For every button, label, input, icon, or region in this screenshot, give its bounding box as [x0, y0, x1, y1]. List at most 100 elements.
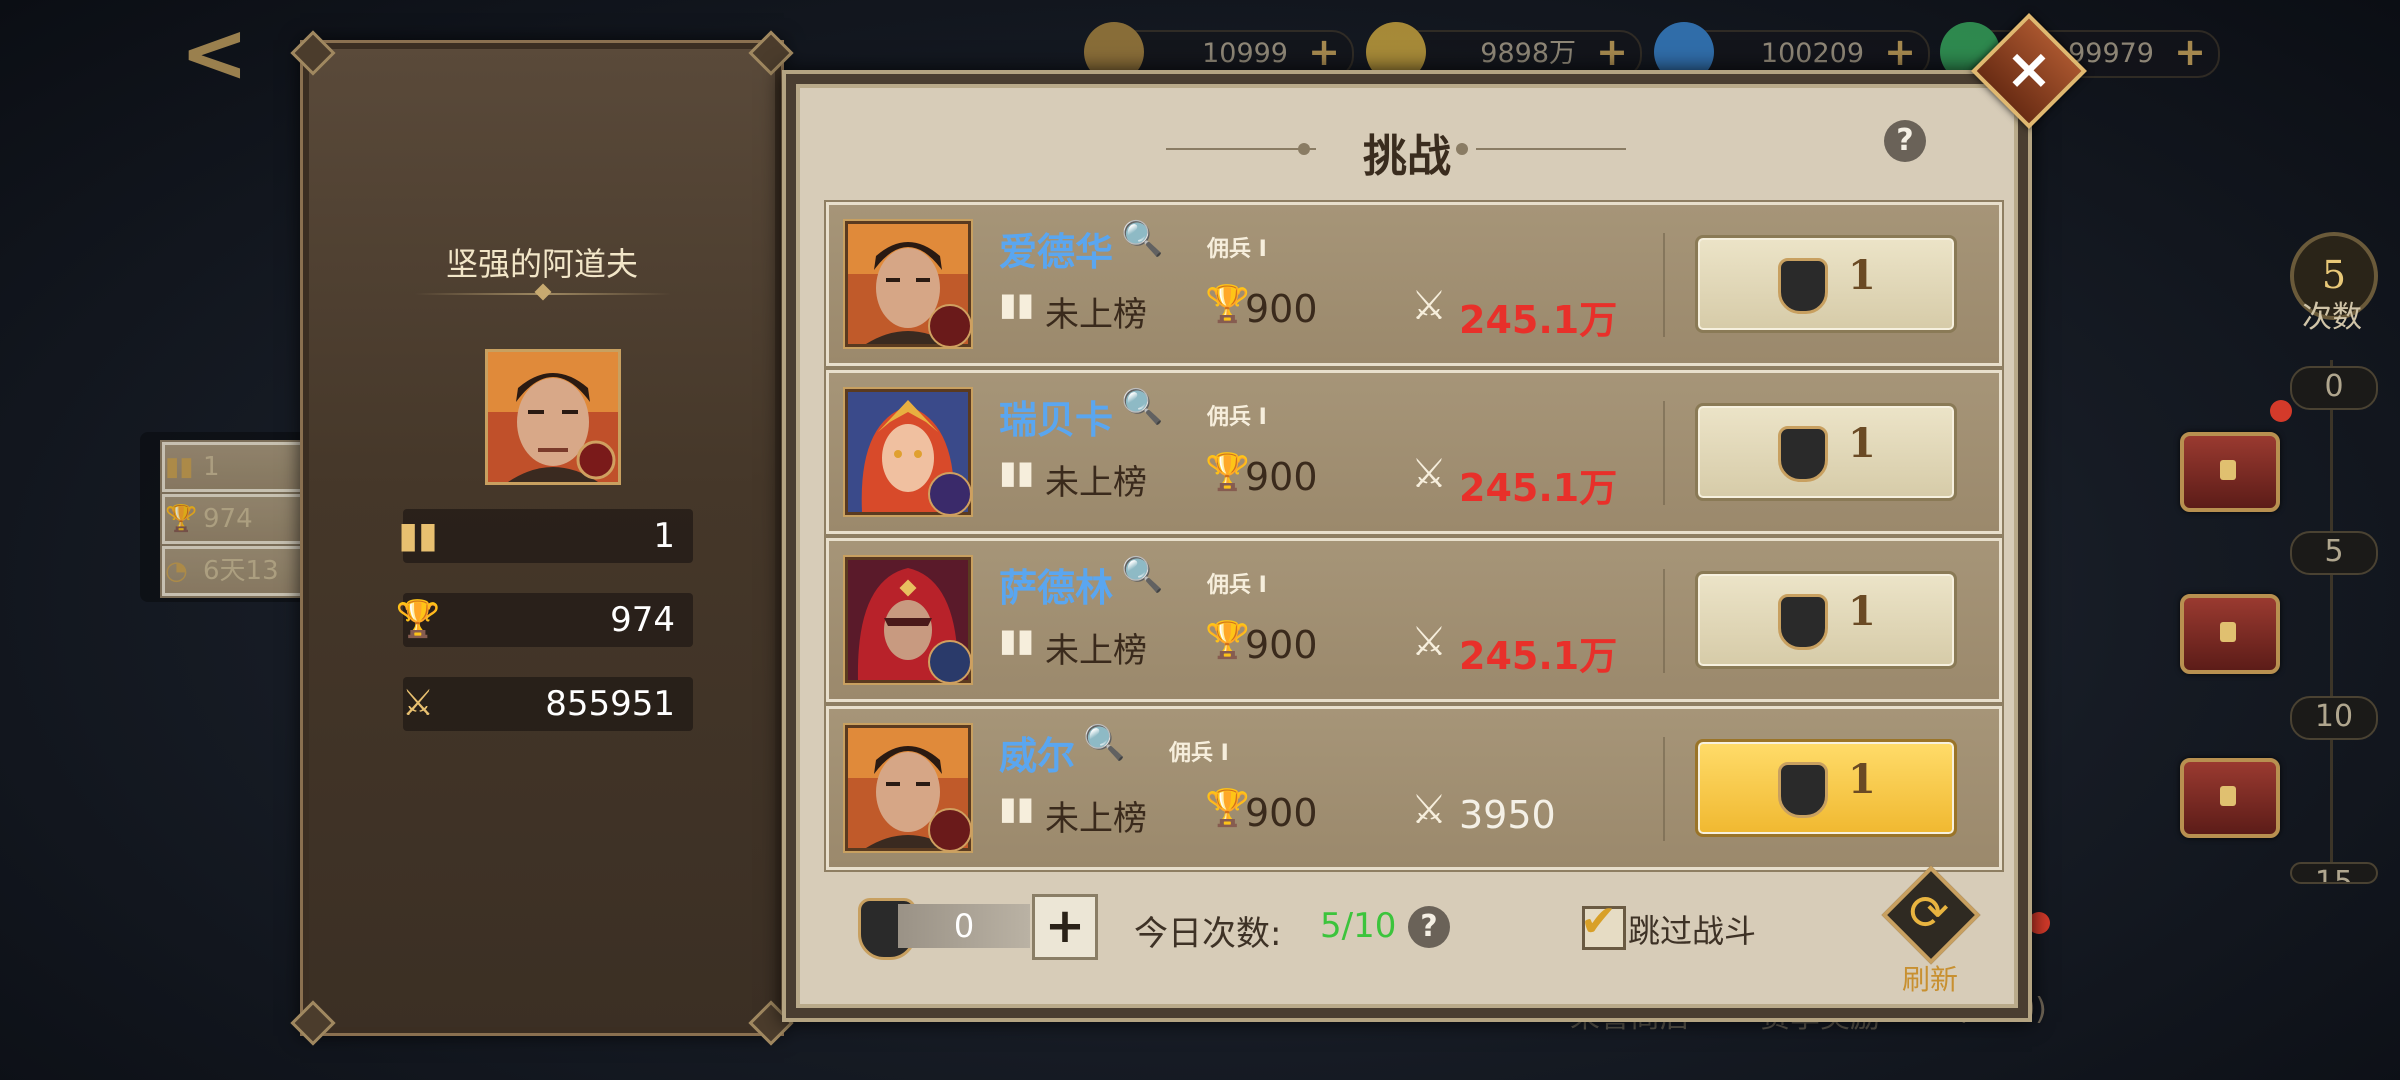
challenge-button[interactable]: 1 [1695, 739, 1957, 837]
checkmark-icon: ✔ [1580, 896, 1617, 947]
opponent-trophies: 900 [1245, 623, 1318, 667]
challenge-cost: 1 [1848, 756, 1876, 803]
add-currency-button[interactable]: + [1884, 30, 1916, 74]
inspect-magnifier-icon[interactable]: 🔍 [1083, 723, 1125, 763]
crossed-swords-icon: ⚔ [1411, 619, 1447, 665]
opponent-rank: 未上榜 [1045, 631, 1147, 671]
inspect-magnifier-icon[interactable]: 🔍 [1121, 219, 1163, 259]
opponent-avatar[interactable] [845, 221, 972, 348]
opponent-trophies: 900 [1245, 287, 1318, 331]
opponent-tier-tag: 佣兵 I [1207, 573, 1267, 598]
rank-bars-icon: ▮▮ [999, 621, 1035, 659]
opponent-tier-tag: 佣兵 I [1207, 405, 1267, 430]
row-divider [1663, 233, 1665, 337]
opponent-name: 萨德林 [999, 566, 1114, 610]
add-currency-button[interactable]: + [2174, 30, 2206, 74]
challenge-button[interactable]: 1 [1695, 235, 1957, 333]
opponent-rank: 未上榜 [1045, 799, 1147, 839]
panel-corner-ornament [748, 30, 794, 76]
rank-bars-icon: ▮▮ [165, 452, 194, 482]
today-attempts-value: 5/10 [1320, 906, 1397, 946]
panel-corner-ornament [290, 1000, 336, 1046]
add-currency-button[interactable]: + [1308, 30, 1340, 74]
challenge-dialog: 挑战 ? 爱德华 🔍 佣兵 I ▮▮ 未上榜 🏆 900 ⚔ 245.1万 1 [782, 70, 2032, 1022]
crossed-swords-icon: ⚔ [401, 683, 435, 724]
rank-bars-icon: ▮▮ [999, 285, 1035, 323]
opponent-rank: 未上榜 [1045, 463, 1147, 503]
class-badge-icon [928, 472, 972, 516]
rank-bars-icon: ▮▮ [398, 515, 438, 556]
row-divider [1663, 737, 1665, 841]
opponent-tier-tag: 佣兵 I [1169, 741, 1229, 766]
trophy-icon: 🏆 [395, 599, 441, 640]
attempts-help-icon[interactable]: ? [1408, 906, 1450, 948]
player-rank-row: ▮▮ 1 [398, 509, 693, 563]
lion-token-icon [1778, 426, 1828, 482]
rank-bars-icon: ▮▮ [999, 789, 1035, 827]
player-power-row: ⚔ 855951 [402, 677, 693, 731]
challenge-button[interactable]: 1 [1695, 571, 1957, 669]
player-panel: 坚强的阿道夫 ▮▮ 1 🏆 974 ⚔ 855951 [290, 30, 794, 1046]
trophy-icon: 🏆 [1205, 452, 1250, 493]
opponent-name: 爱德华 [999, 230, 1114, 274]
player-name: 坚强的阿道夫 [445, 245, 638, 283]
challenge-cost: 1 [1848, 252, 1876, 299]
rank-bars-icon: ▮▮ [999, 453, 1035, 491]
opponent-power: 245.1万 [1459, 298, 1618, 342]
reward-chest-icon[interactable] [2180, 594, 2280, 674]
opponent-tier-tag: 佣兵 I [1207, 237, 1267, 262]
panel-corner-ornament [290, 30, 336, 76]
title-divider-right [1476, 148, 1626, 150]
opponent-avatar[interactable] [845, 725, 972, 852]
reward-chest-icon[interactable] [2180, 432, 2280, 512]
opponent-row: 萨德林 🔍 佣兵 I ▮▮ 未上榜 🏆 900 ⚔ 245.1万 1 [826, 538, 2002, 702]
challenge-button[interactable]: 1 [1695, 403, 1957, 501]
token-count: 0 [898, 904, 1030, 948]
progress-track [2330, 360, 2333, 880]
progress-step: 15 [2290, 862, 2378, 884]
refresh-icon[interactable]: ⟳ [1888, 878, 1970, 948]
divider-ornament [534, 283, 552, 301]
trophy-icon: 🏆 [165, 504, 198, 534]
inspect-magnifier-icon[interactable]: 🔍 [1121, 555, 1163, 595]
class-badge-icon [928, 640, 972, 684]
opponent-row: 爱德华 🔍 佣兵 I ▮▮ 未上榜 🏆 900 ⚔ 245.1万 1 [826, 202, 2002, 366]
trophy-icon: 🏆 [1205, 788, 1250, 829]
opponent-avatar[interactable] [845, 389, 972, 516]
row-divider [1663, 401, 1665, 505]
challenge-cost: 1 [1848, 420, 1876, 467]
reward-chest-icon[interactable] [2180, 758, 2280, 838]
background-player-info: ▮▮ 1 🏆 974 ◔ 6天13 [140, 432, 1338, 602]
opponent-name: 瑞贝卡 [999, 398, 1114, 442]
opponent-row: 瑞贝卡 🔍 佣兵 I ▮▮ 未上榜 🏆 900 ⚔ 245.1万 1 [826, 370, 2002, 534]
close-icon[interactable]: × [1988, 30, 2070, 112]
buy-token-button[interactable]: + [1032, 894, 1098, 960]
crossed-swords-icon: ⚔ [1411, 451, 1447, 497]
opponent-power: 245.1万 [1459, 466, 1618, 510]
opponent-avatar[interactable] [845, 557, 972, 684]
dialog-title: 挑战 [1363, 131, 1451, 182]
opponent-trophies: 900 [1245, 455, 1318, 499]
back-arrow-icon[interactable]: < [180, 13, 260, 95]
today-attempts-label: 今日次数: [1134, 914, 1282, 954]
skip-battle-label[interactable]: 跳过战斗 [1628, 906, 1756, 952]
crossed-swords-icon: ⚔ [1411, 787, 1447, 833]
help-icon[interactable]: ? [1884, 120, 1926, 162]
opponent-power: 245.1万 [1459, 634, 1618, 678]
title-divider-dot [1456, 143, 1468, 155]
add-currency-button[interactable]: + [1596, 30, 1628, 74]
trophy-icon: 🏆 [1205, 620, 1250, 661]
refresh-label[interactable]: 刷新 [1886, 958, 1974, 998]
player-power-value: 855951 [545, 684, 675, 724]
count-label: 次数 [2302, 300, 2362, 335]
opponent-rank: 未上榜 [1045, 295, 1147, 335]
progress-step: 0 [2290, 366, 2378, 410]
inspect-magnifier-icon[interactable]: 🔍 [1121, 387, 1163, 427]
opponent-name: 威尔 [999, 734, 1076, 778]
opponent-power: 3950 [1459, 793, 1556, 837]
opponent-row: 威尔 🔍 佣兵 I ▮▮ 未上榜 🏆 900 ⚔ 3950 1 [826, 706, 2002, 870]
class-badge-icon [928, 304, 972, 348]
row-divider [1663, 569, 1665, 673]
opponent-trophies: 900 [1245, 791, 1318, 835]
lion-token-icon [1778, 258, 1828, 314]
